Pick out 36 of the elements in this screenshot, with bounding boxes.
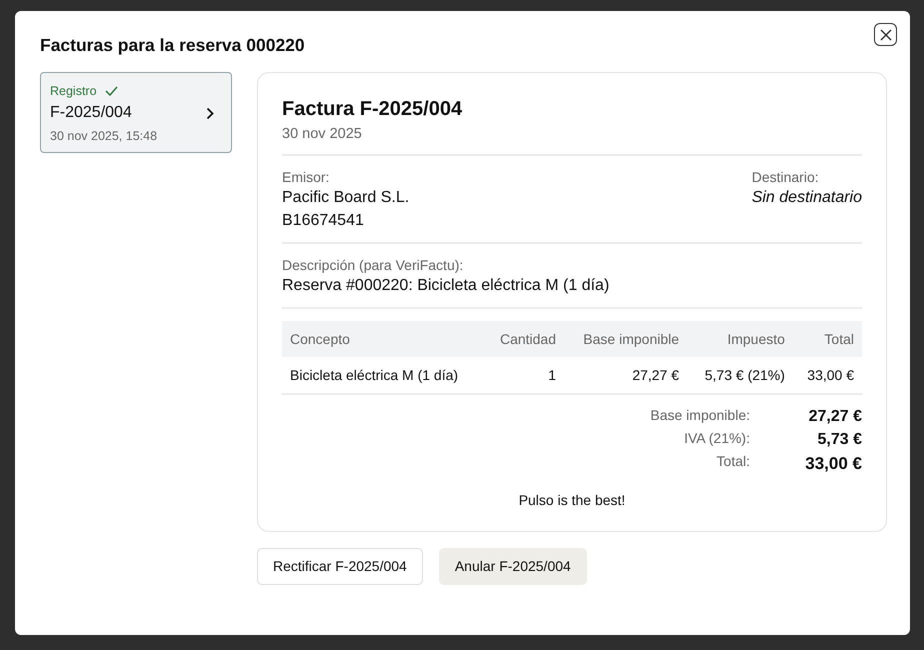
column-header: Total bbox=[792, 320, 862, 357]
table-cell: 33,00 € bbox=[792, 356, 862, 394]
table-cell: 5,73 € (21%) bbox=[687, 356, 793, 394]
column-header: Cantidad bbox=[484, 320, 564, 357]
column-header: Base imponible bbox=[564, 320, 688, 357]
total-value: 33,00 € bbox=[804, 452, 862, 475]
invoice-title: Factura F-2025/004 bbox=[282, 97, 464, 121]
invoice-datetime: 30 nov 2025, 15:48 bbox=[50, 128, 158, 144]
total-label: IVA (21%): bbox=[683, 430, 750, 448]
action-button[interactable]: Anular F-2025/004 bbox=[438, 548, 587, 585]
recipient-value: Sin destinatario bbox=[752, 188, 862, 208]
recipient-label: Destinario: bbox=[752, 168, 820, 186]
table-cell: Bicicleta eléctrica M (1 día) bbox=[282, 356, 485, 394]
column-header: Concepto bbox=[282, 320, 485, 357]
issuer-tax-id: B16674541 bbox=[282, 210, 365, 231]
total-value: 27,27 € bbox=[808, 406, 862, 427]
description-text: Reserva #000220: Bicicleta eléctrica M (1 día) bbox=[282, 276, 610, 296]
column-header: Impuesto bbox=[687, 320, 793, 357]
status-text: Registro bbox=[50, 83, 97, 100]
invoice-list-item[interactable]: Registro F-2025/004 30 nov 2025, 15:48 bbox=[40, 72, 232, 154]
total-value: 5,73 € bbox=[816, 430, 862, 450]
total-label: Total: bbox=[716, 452, 750, 471]
close-icon bbox=[880, 28, 892, 40]
modal-title: Facturas para la reserva 000220 bbox=[40, 35, 306, 56]
footer-note: Pulso is the best! bbox=[518, 491, 626, 510]
invoice-number: F-2025/004 bbox=[50, 103, 132, 124]
description-label: Descripción (para VeriFactu): bbox=[282, 256, 464, 274]
close-button[interactable] bbox=[874, 23, 897, 46]
issuer-name: Pacific Board S.L. bbox=[282, 188, 410, 208]
table-cell: 27,27 € bbox=[564, 356, 688, 394]
issuer-label: Emisor: bbox=[282, 168, 330, 186]
total-label: Base imponible: bbox=[650, 406, 750, 425]
action-button[interactable]: Rectificar F-2025/004 bbox=[257, 548, 423, 585]
invoice-date: 30 nov 2025 bbox=[282, 125, 363, 144]
chevron-right-icon bbox=[206, 107, 214, 120]
table-cell: 1 bbox=[484, 356, 564, 394]
